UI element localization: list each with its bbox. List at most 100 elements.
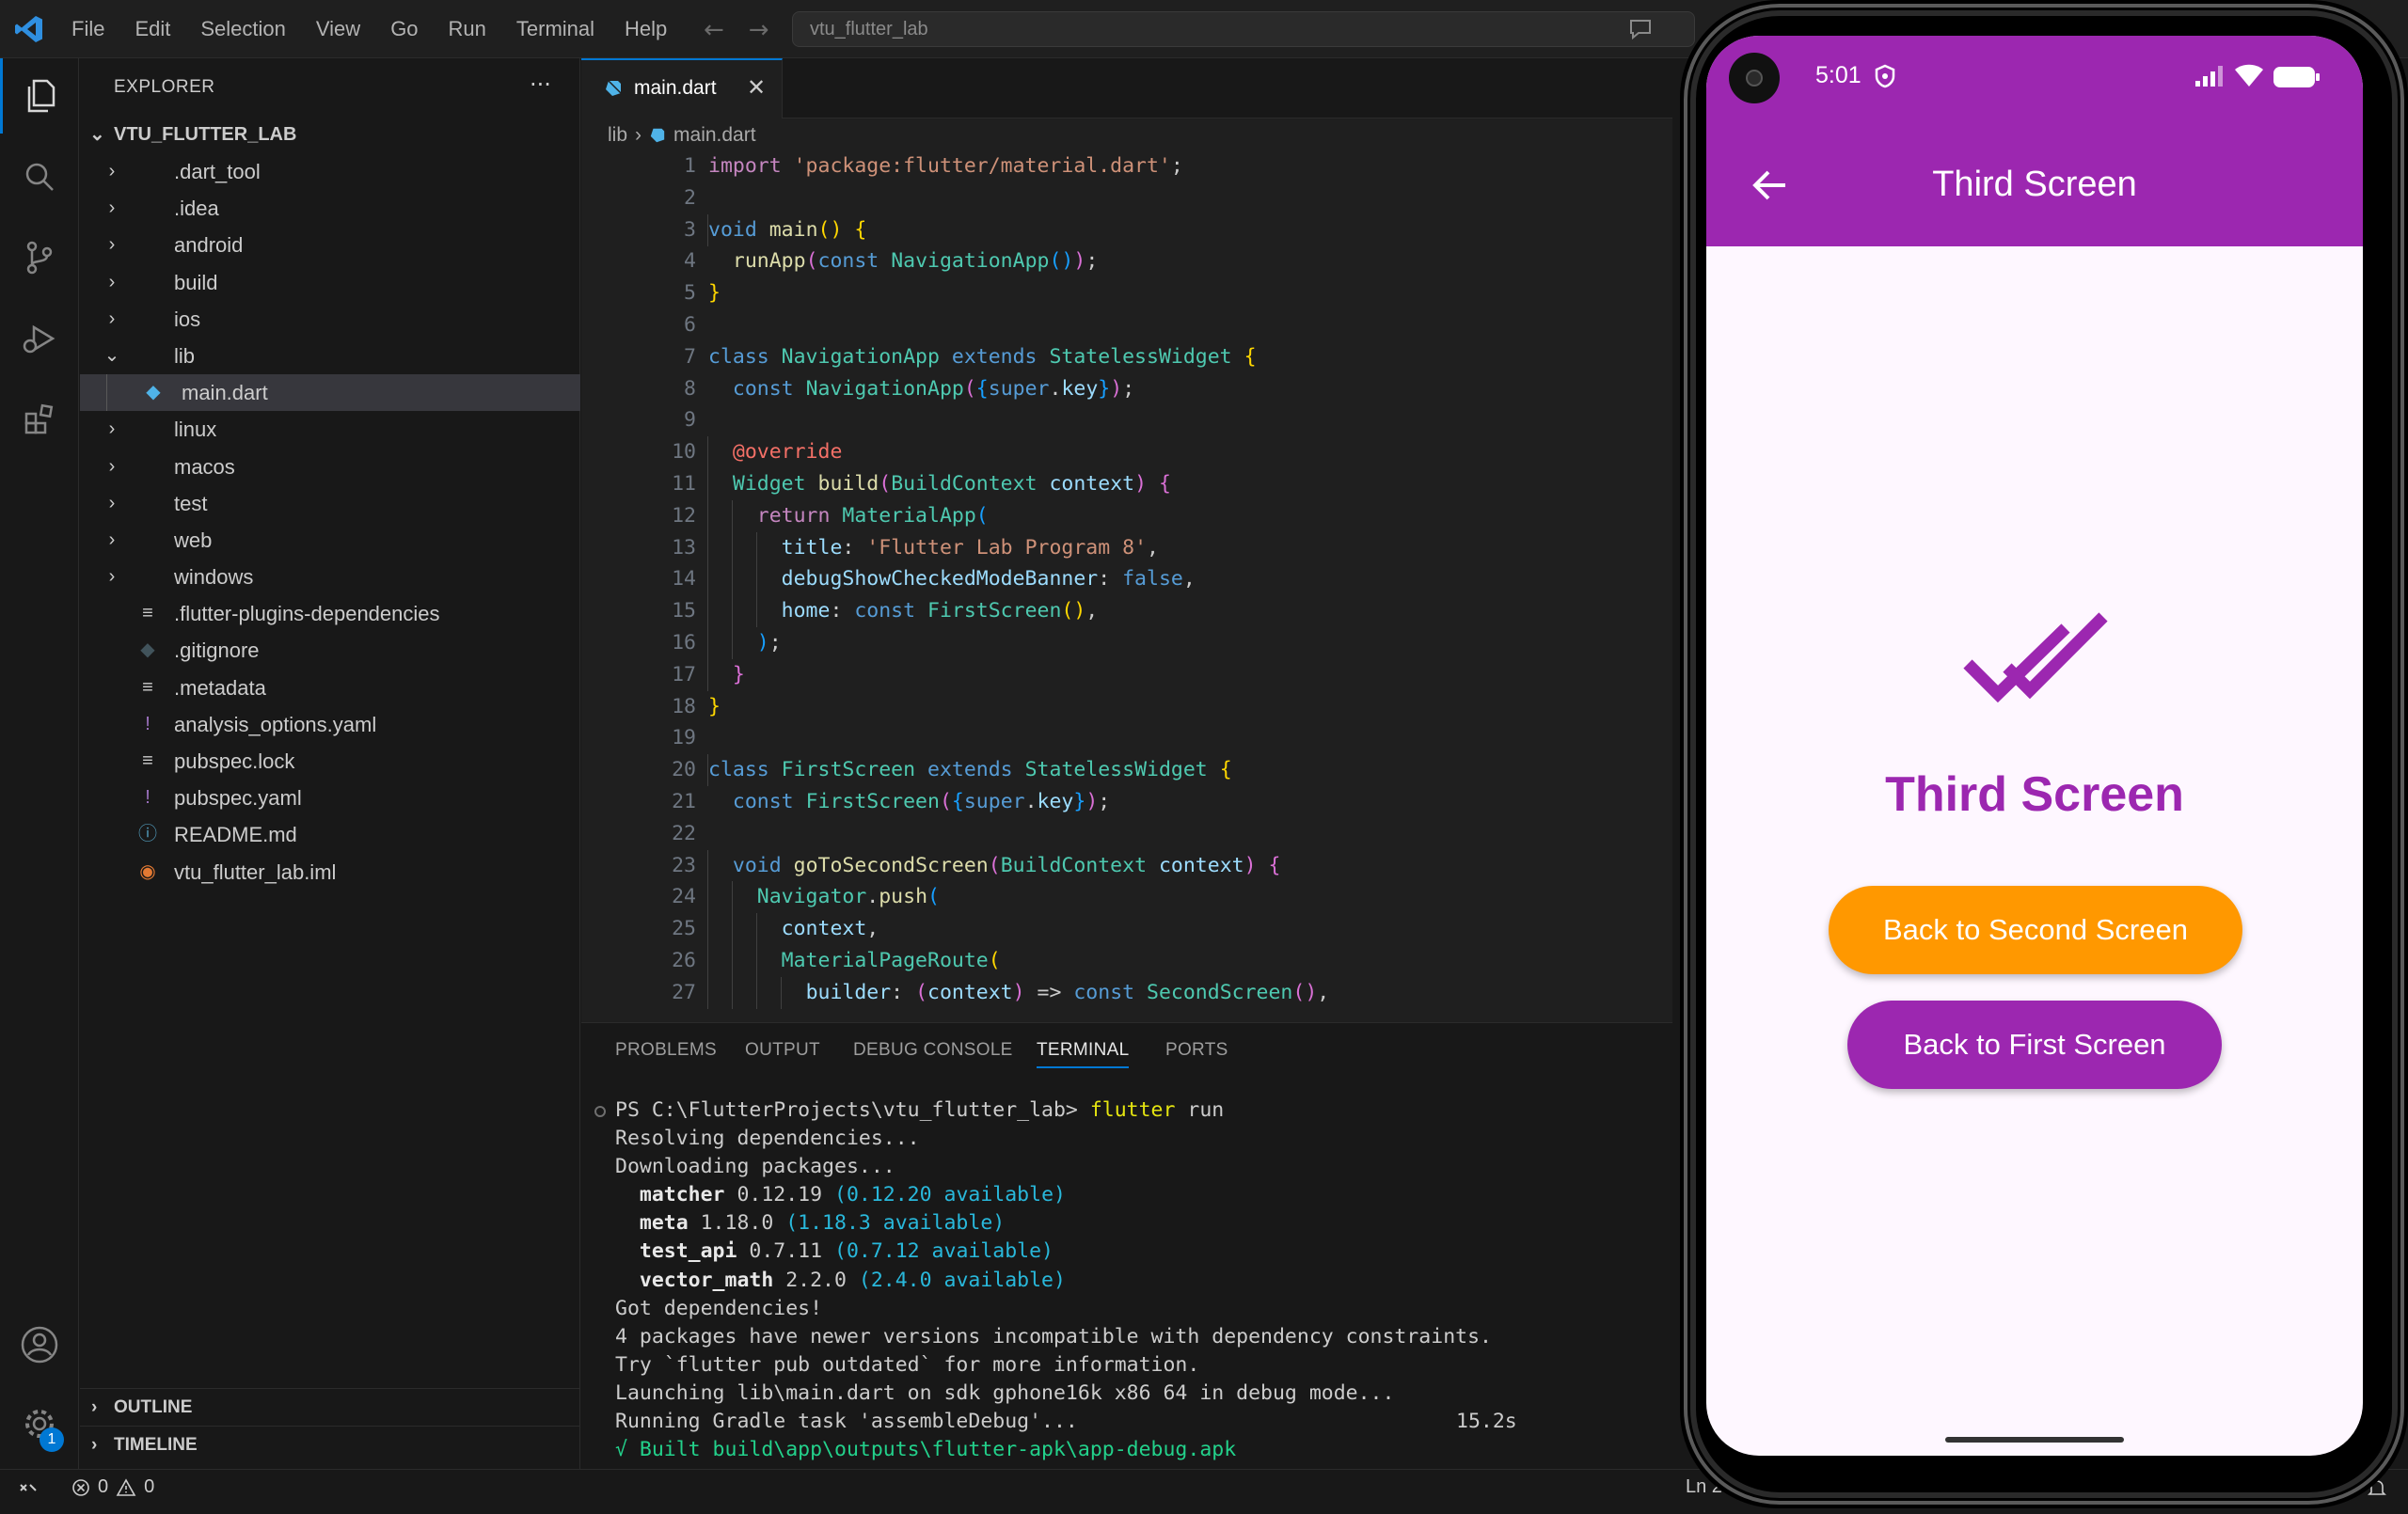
problems-status[interactable]: 0 0 bbox=[71, 1476, 154, 1498]
code-token: context bbox=[927, 980, 1013, 1004]
code-line: 19 bbox=[581, 722, 1672, 754]
terminal-line: test_api 0.7.11 (0.7.12 available) bbox=[581, 1238, 1672, 1266]
tree-item[interactable]: › ios bbox=[80, 301, 580, 338]
accounts-activity[interactable] bbox=[0, 1307, 79, 1382]
tree-item[interactable]: ! pubspec.yaml bbox=[80, 780, 580, 816]
remote-indicator[interactable] bbox=[0, 1470, 56, 1506]
run-debug-activity[interactable] bbox=[0, 301, 79, 376]
explorer-activity[interactable] bbox=[0, 58, 79, 134]
code-token: const bbox=[817, 249, 892, 274]
line-number: 7 bbox=[684, 344, 696, 369]
tree-item[interactable]: ⌄ lib bbox=[80, 338, 580, 374]
panel-tab-problems[interactable]: PROBLEMS bbox=[615, 1040, 717, 1061]
code-token: super bbox=[988, 376, 1050, 401]
terminal-token: Downloading packages... bbox=[615, 1155, 895, 1179]
menu-terminal[interactable]: Terminal bbox=[501, 17, 610, 41]
tree-item[interactable]: › macos bbox=[80, 449, 580, 485]
code-token: FirstScreen bbox=[927, 599, 1062, 623]
tab-main-dart[interactable]: main.dart ✕ bbox=[581, 58, 783, 118]
code-token: const bbox=[732, 789, 806, 813]
command-center-search[interactable]: vtu_flutter_lab bbox=[792, 11, 1695, 47]
tree-item[interactable]: ◉ vtu_flutter_lab.iml bbox=[80, 854, 580, 891]
search-activity[interactable] bbox=[0, 139, 79, 214]
tree-item-label: .dart_tool bbox=[174, 160, 261, 183]
menu-run[interactable]: Run bbox=[434, 17, 501, 41]
panel-tab-ports[interactable]: PORTS bbox=[1165, 1040, 1228, 1061]
back-arrow-icon[interactable]: ← bbox=[704, 16, 724, 44]
code-line: 12 return MaterialApp( bbox=[581, 499, 1672, 532]
code-line: 6 bbox=[581, 309, 1672, 341]
breadcrumb-lib[interactable]: lib bbox=[608, 120, 627, 150]
back-to-second-screen-button[interactable]: Back to Second Screen bbox=[1829, 886, 2242, 974]
menu-help[interactable]: Help bbox=[610, 17, 682, 41]
code-token: const bbox=[732, 376, 806, 401]
menu-file[interactable]: File bbox=[56, 17, 119, 41]
tree-item[interactable]: › windows bbox=[80, 559, 580, 595]
line-number: 20 bbox=[672, 758, 696, 782]
back-to-first-screen-button[interactable]: Back to First Screen bbox=[1847, 1001, 2222, 1089]
panel-tab-output[interactable]: OUTPUT bbox=[745, 1040, 820, 1061]
tree-item-label: build bbox=[174, 270, 218, 294]
tree-item[interactable]: › build bbox=[80, 264, 580, 301]
line-number: 21 bbox=[672, 789, 696, 813]
project-folder-header[interactable]: ⌄ VTU_FLUTTER_LAB bbox=[80, 118, 580, 151]
tree-item[interactable]: ≡ .metadata bbox=[80, 670, 580, 706]
tree-item[interactable]: › .idea bbox=[80, 190, 580, 227]
tree-item[interactable]: ! analysis_options.yaml bbox=[80, 706, 580, 743]
xml-file-icon: ◉ bbox=[139, 860, 156, 882]
code-token: extends bbox=[951, 344, 1050, 369]
tree-item-label: android bbox=[174, 233, 244, 258]
code-token: } bbox=[732, 662, 745, 686]
close-icon[interactable]: ✕ bbox=[747, 60, 766, 117]
menu-edit[interactable]: Edit bbox=[119, 17, 185, 41]
tree-item[interactable]: ◆ main.dart bbox=[80, 374, 580, 412]
menu-selection[interactable]: Selection bbox=[185, 17, 301, 41]
tree-item[interactable]: ≡ .flutter-plugins-dependencies bbox=[80, 595, 580, 632]
breadcrumb-file[interactable]: main.dart bbox=[673, 120, 756, 150]
forward-arrow-icon[interactable]: → bbox=[749, 16, 769, 44]
code-text: MaterialPageRoute( bbox=[708, 945, 1001, 977]
tree-item[interactable]: ◆ .gitignore bbox=[80, 632, 580, 669]
tree-item-label: vtu_flutter_lab.iml bbox=[174, 860, 337, 884]
terminal-line: PS C:\FlutterProjects\vtu_flutter_lab> f… bbox=[581, 1096, 1672, 1125]
menu-go[interactable]: Go bbox=[375, 17, 433, 41]
menu-view[interactable]: View bbox=[301, 17, 375, 41]
tree-item[interactable]: › test bbox=[80, 485, 580, 522]
chevron-right-icon: › bbox=[108, 161, 116, 181]
home-indicator[interactable] bbox=[1945, 1437, 2124, 1443]
manage-activity[interactable]: 1 bbox=[0, 1386, 79, 1461]
code-line: 17 } bbox=[581, 658, 1672, 691]
code-text: void goToSecondScreen(BuildContext conte… bbox=[708, 850, 1281, 882]
panel-tab-debug-console[interactable]: DEBUG CONSOLE bbox=[853, 1040, 1013, 1061]
outline-section[interactable]: › OUTLINE bbox=[80, 1388, 580, 1426]
timeline-section[interactable]: › TIMELINE bbox=[80, 1426, 580, 1463]
tree-item[interactable]: ≡ pubspec.lock bbox=[80, 743, 580, 780]
tree-item[interactable]: › android bbox=[80, 227, 580, 263]
tree-item-label: web bbox=[174, 528, 213, 552]
terminal[interactable]: PS C:\FlutterProjects\vtu_flutter_lab> f… bbox=[581, 1096, 1672, 1464]
tree-item[interactable]: › linux bbox=[80, 411, 580, 448]
tree-item-label: pubspec.yaml bbox=[174, 786, 302, 811]
text-file-icon: ≡ bbox=[142, 750, 153, 771]
chat-icon[interactable] bbox=[1627, 15, 1656, 43]
tree-item-label: .gitignore bbox=[174, 639, 260, 663]
extensions-activity[interactable] bbox=[0, 382, 79, 457]
source-control-activity[interactable] bbox=[0, 220, 79, 295]
panel-tab-terminal[interactable]: TERMINAL bbox=[1037, 1040, 1130, 1068]
terminal-line: Downloading packages... bbox=[581, 1153, 1672, 1181]
tree-item[interactable]: › .dart_tool bbox=[80, 153, 580, 190]
chevron-right-icon: › bbox=[635, 124, 642, 146]
tree-item[interactable]: ⓘ README.md bbox=[80, 816, 580, 853]
line-number: 16 bbox=[672, 630, 696, 654]
code-editor[interactable]: 1 import 'package:flutter/material.dart';… bbox=[581, 150, 1672, 1009]
code-token: import bbox=[708, 154, 794, 178]
more-actions-icon[interactable]: ··· bbox=[530, 71, 551, 98]
code-token: ) bbox=[1012, 980, 1038, 1004]
tree-item[interactable]: › web bbox=[80, 522, 580, 559]
terminal-token: Try `flutter pub outdated` for more info… bbox=[615, 1352, 1200, 1377]
